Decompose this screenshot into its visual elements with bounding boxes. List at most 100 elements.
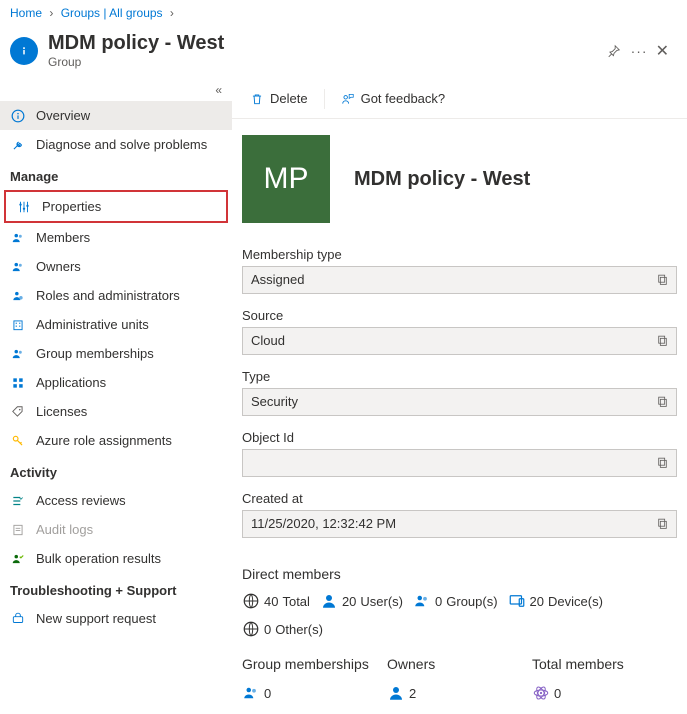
summary-number: 2 <box>409 686 416 701</box>
sidebar-item-audit-logs[interactable]: Audit logs <box>0 515 232 544</box>
collapse-chevron-icon[interactable]: « <box>0 83 232 101</box>
sidebar-item-overview[interactable]: Overview <box>0 101 232 130</box>
main-content: Delete Got feedback? MP MDM policy - Wes… <box>232 79 687 714</box>
stat-number: 20 <box>530 594 544 609</box>
device-icon <box>508 592 526 610</box>
direct-members-section: Direct members 40 Total 20 User(s) 0 Gro… <box>232 552 687 702</box>
summary-value[interactable]: 2 <box>387 684 532 702</box>
delete-button[interactable]: Delete <box>242 87 316 110</box>
stat-groups[interactable]: 0 Group(s) <box>413 592 498 610</box>
sidebar: « Overview Diagnose and solve problems M… <box>0 79 232 714</box>
copy-icon[interactable] <box>656 273 670 287</box>
field-value-text: Security <box>251 394 298 409</box>
more-icon[interactable]: ··· <box>631 43 648 59</box>
atom-icon <box>532 684 550 702</box>
summary-label: Group memberships <box>242 656 387 672</box>
trash-icon <box>250 92 264 106</box>
copy-icon[interactable] <box>656 334 670 348</box>
sidebar-item-applications[interactable]: Applications <box>0 368 232 397</box>
sidebar-item-label: Group memberships <box>36 346 154 361</box>
sidebar-item-label: Overview <box>36 108 90 123</box>
sidebar-item-azure-roles[interactable]: Azure role assignments <box>0 426 232 455</box>
copy-icon[interactable] <box>656 517 670 531</box>
sidebar-item-access-reviews[interactable]: Access reviews <box>0 486 232 515</box>
sidebar-section-manage: Manage <box>0 159 232 190</box>
sidebar-item-label: Properties <box>42 199 101 214</box>
field-created-at: Created at 11/25/2020, 12:32:42 PM <box>242 491 677 538</box>
stat-total[interactable]: 40 Total <box>242 592 310 610</box>
direct-members-heading: Direct members <box>242 566 677 582</box>
field-label: Object Id <box>242 430 677 445</box>
field-value: 11/25/2020, 12:32:42 PM <box>242 510 677 538</box>
field-source: Source Cloud <box>242 308 677 355</box>
log-icon <box>10 523 26 537</box>
field-value <box>242 449 677 477</box>
breadcrumb-home[interactable]: Home <box>10 6 42 20</box>
sidebar-item-owners[interactable]: Owners <box>0 252 232 281</box>
summary-number: 0 <box>554 686 561 701</box>
stat-label: Device(s) <box>548 594 603 609</box>
sidebar-item-properties[interactable]: Properties <box>6 192 226 221</box>
info-icon <box>10 37 38 65</box>
stat-number: 40 <box>264 594 278 609</box>
sidebar-item-label: Applications <box>36 375 106 390</box>
group-header: MP MDM policy - West <box>232 119 687 247</box>
sidebar-item-label: Owners <box>36 259 81 274</box>
field-value: Security <box>242 388 677 416</box>
stat-devices[interactable]: 20 Device(s) <box>508 592 603 610</box>
feedback-button[interactable]: Got feedback? <box>333 87 454 110</box>
summary-value[interactable]: 0 <box>532 684 677 702</box>
field-label: Type <box>242 369 677 384</box>
sidebar-item-label: New support request <box>36 611 156 626</box>
stat-label: Total <box>282 594 309 609</box>
field-membership-type: Membership type Assigned <box>242 247 677 294</box>
sidebar-section-troubleshoot: Troubleshooting + Support <box>0 573 232 604</box>
chevron-right-icon: › <box>49 6 53 20</box>
sidebar-item-roles[interactable]: Roles and administrators <box>0 281 232 310</box>
sidebar-item-support[interactable]: New support request <box>0 604 232 633</box>
globe-icon <box>242 620 260 638</box>
copy-icon[interactable] <box>656 456 670 470</box>
sidebar-item-members[interactable]: Members <box>0 223 232 252</box>
sidebar-item-group-memberships[interactable]: Group memberships <box>0 339 232 368</box>
close-icon[interactable]: ✕ <box>648 37 677 65</box>
person-icon <box>387 684 405 702</box>
stat-number: 0 <box>264 622 271 637</box>
summary-label: Total members <box>532 656 677 672</box>
people-icon <box>10 347 26 361</box>
info-icon <box>10 109 26 123</box>
fields-section: Membership type Assigned Source Cloud Ty… <box>232 247 687 538</box>
person-feedback-icon <box>341 92 355 106</box>
sidebar-item-licenses[interactable]: Licenses <box>0 397 232 426</box>
list-check-icon <box>10 494 26 508</box>
copy-icon[interactable] <box>656 395 670 409</box>
sidebar-section-activity: Activity <box>0 455 232 486</box>
summary-row: Group memberships 0 Owners 2 Total membe… <box>242 656 677 702</box>
toolbar-divider <box>324 89 325 109</box>
stat-others[interactable]: 0 Other(s) <box>242 620 323 638</box>
summary-value[interactable]: 0 <box>242 684 387 702</box>
field-value: Assigned <box>242 266 677 294</box>
field-value-text: 11/25/2020, 12:32:42 PM <box>251 516 396 531</box>
wrench-icon <box>10 138 26 152</box>
sidebar-item-label: Audit logs <box>36 522 93 537</box>
sidebar-item-label: Access reviews <box>36 493 126 508</box>
sidebar-item-diagnose[interactable]: Diagnose and solve problems <box>0 130 232 159</box>
stat-label: Other(s) <box>275 622 323 637</box>
stat-label: User(s) <box>360 594 403 609</box>
stat-users[interactable]: 20 User(s) <box>320 592 403 610</box>
field-label: Source <box>242 308 677 323</box>
grid-icon <box>10 376 26 390</box>
toolbar: Delete Got feedback? <box>232 79 687 119</box>
sidebar-item-bulk-results[interactable]: Bulk operation results <box>0 544 232 573</box>
pin-icon[interactable] <box>607 44 621 58</box>
sidebar-item-admin-units[interactable]: Administrative units <box>0 310 232 339</box>
highlight-properties: Properties <box>4 190 228 223</box>
summary-label: Owners <box>387 656 532 672</box>
person-icon <box>320 592 338 610</box>
field-object-id: Object Id <box>242 430 677 477</box>
delete-label: Delete <box>270 91 308 106</box>
support-icon <box>10 612 26 626</box>
people-check-icon <box>10 552 26 566</box>
breadcrumb-groups[interactable]: Groups | All groups <box>61 6 163 20</box>
